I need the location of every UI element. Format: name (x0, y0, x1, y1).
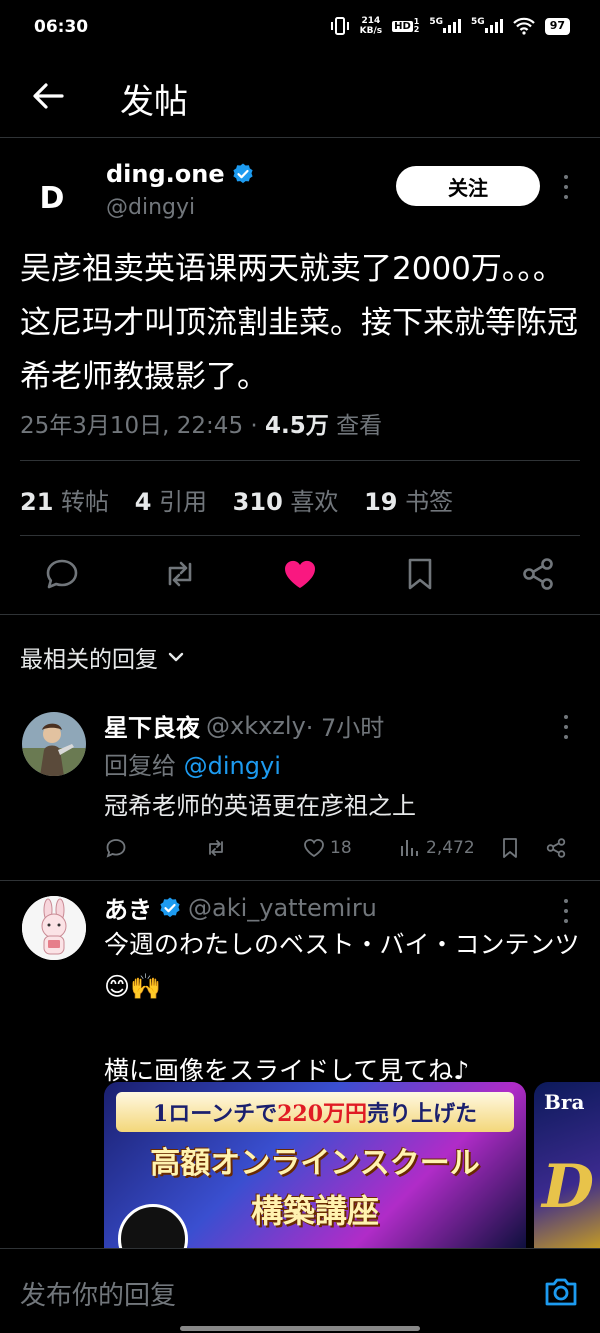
reposts-stat[interactable]: 21 转帖 (20, 488, 109, 516)
post-timestamp: 25年3月10日, 22:45 · (20, 413, 266, 439)
reply-composer[interactable]: 发布你的回复 (0, 1248, 600, 1333)
reply-input[interactable]: 发布你的回复 (20, 1275, 176, 1312)
post-text: 吴彦祖卖英语课两天就卖了2000万。。。这尼玛才叫顶流割韭菜。接下来就等陈冠希老… (20, 251, 578, 395)
chevron-down-icon (168, 652, 184, 662)
verified-badge-icon (160, 897, 180, 917)
app-bar: 发帖 (0, 58, 600, 138)
post-meta: 25年3月10日, 22:45 · 4.5万 查看 (20, 406, 382, 440)
repost-icon[interactable] (160, 554, 200, 594)
post-stats: 21 转帖 4 引用 310 喜欢 19 书签 (20, 482, 453, 517)
quotes-stat[interactable]: 4 引用 (135, 488, 207, 516)
divider (20, 460, 580, 461)
reply-avatar[interactable] (22, 712, 86, 776)
like-filled-icon[interactable] (280, 554, 320, 594)
reply-bookmark-button[interactable] (498, 836, 522, 860)
more-options-icon[interactable] (556, 896, 576, 926)
replies-sort-dropdown[interactable]: 最相关的回复 (20, 640, 186, 674)
reply-media-image[interactable]: 1ローンチで 220万円 売り上げた 高額オンラインスクール 構築講座 (104, 1082, 526, 1252)
likes-stat[interactable]: 310 喜欢 (233, 488, 339, 516)
wifi-icon (512, 17, 535, 35)
author-handle[interactable]: @dingyi (106, 195, 195, 220)
more-options-icon[interactable] (556, 712, 576, 742)
page-title: 发帖 (120, 82, 188, 122)
status-bar: 06:30 214 KB/s HD 1 2 5G 5G 97 (0, 0, 600, 58)
hd-icon: HD 1 2 (392, 17, 420, 34)
reply-to-line: 回复给 @dingyi (104, 752, 281, 780)
section-divider (0, 880, 600, 881)
bookmark-icon (503, 838, 517, 858)
battery-icon: 97 (544, 17, 570, 35)
media-headline: 高額オンラインスクール (150, 1146, 480, 1181)
repost-icon (209, 840, 223, 856)
more-options-icon[interactable] (556, 172, 576, 202)
reply-header: あき @aki_yattemiru (104, 890, 377, 925)
media-banner: 1ローンチで 220万円 売り上げた (116, 1092, 514, 1132)
reply-author-name[interactable]: あき (104, 890, 152, 925)
signal-2-icon: 5G (471, 17, 503, 33)
reply-repost-button[interactable] (204, 836, 228, 860)
share-icon (546, 838, 566, 858)
reply-time: · 7小时 (305, 714, 385, 742)
reply-like-button[interactable]: 18 (302, 836, 352, 860)
views-chart-icon (401, 840, 418, 856)
back-arrow-icon[interactable] (28, 76, 68, 116)
camera-icon[interactable] (542, 1273, 580, 1311)
author-avatar[interactable]: D (20, 166, 84, 230)
post-actions (0, 554, 600, 614)
verified-badge-icon (233, 163, 253, 184)
net-speed: 214 KB/s (359, 16, 383, 36)
signal-1-icon: 5G (429, 17, 462, 33)
reply-text: 今週のわたしのベスト・バイ・コンテンツ😊🙌 横に画像をスライドして見てね♪ (104, 930, 580, 1085)
heart-icon (304, 839, 324, 858)
view-label: 查看 (328, 413, 383, 439)
reply-header: 星下良夜 @xkxzly · 7小时 (104, 708, 384, 743)
bookmarks-stat[interactable]: 19 书签 (364, 488, 453, 516)
status-icons: 214 KB/s HD 1 2 5G 5G 97 (330, 16, 570, 36)
reply-avatar[interactable] (22, 896, 86, 960)
reply-author-handle[interactable]: @xkxzly (206, 712, 306, 740)
reply-icon[interactable] (42, 554, 82, 594)
reply-item[interactable]: 星下良夜 @xkxzly · 7小时 回复给 @dingyi 冠希老师的英语更在… (0, 700, 600, 880)
reply-like-count: 18 (330, 838, 352, 858)
section-divider (0, 614, 600, 615)
reply-views-button[interactable]: 2,472 (398, 836, 475, 860)
reply-text: 冠希老师的英语更在彦祖之上 (104, 792, 416, 820)
gesture-bar (180, 1326, 420, 1331)
reply-view-count: 2,472 (426, 838, 475, 858)
vibrate-icon (330, 17, 349, 35)
reply-actions: 18 2,472 (104, 836, 574, 866)
reply-icon (106, 839, 126, 858)
status-time: 06:30 (34, 17, 89, 37)
follow-button[interactable]: 关注 (396, 166, 540, 206)
reply-author-handle[interactable]: @aki_yattemiru (188, 894, 377, 922)
share-icon[interactable] (518, 554, 558, 594)
reply-author-name[interactable]: 星下良夜 (104, 708, 200, 743)
reply-reply-button[interactable] (104, 836, 128, 860)
reply-share-button[interactable] (544, 836, 568, 860)
divider (20, 535, 580, 536)
view-count: 4.5万 (265, 413, 329, 439)
author-name[interactable]: ding.one (106, 160, 255, 188)
mention-link[interactable]: @dingyi (184, 752, 281, 780)
reply-media-image-2[interactable]: Bra D (534, 1082, 600, 1252)
bookmark-icon[interactable] (400, 554, 440, 594)
avatar-letter: D (39, 180, 65, 216)
